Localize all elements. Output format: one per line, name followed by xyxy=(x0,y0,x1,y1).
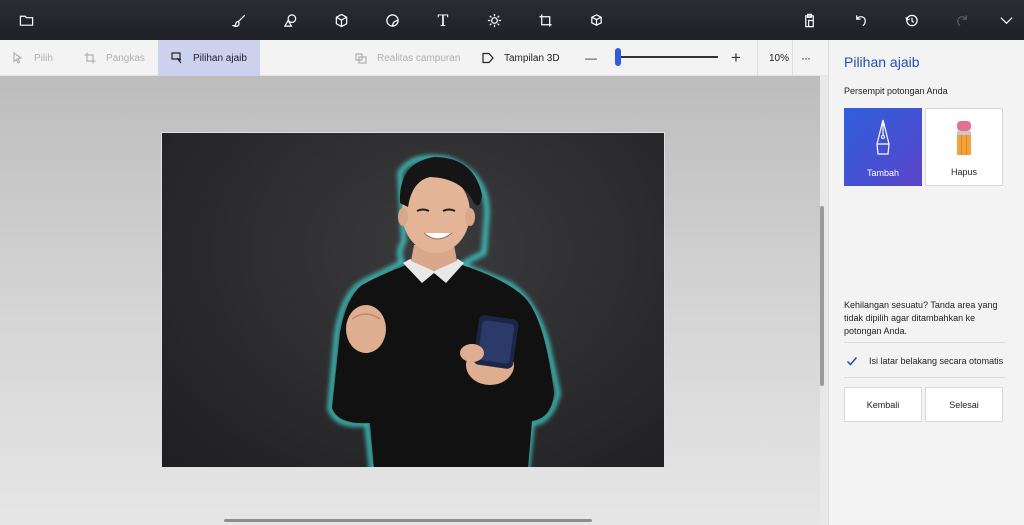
view-3d-icon xyxy=(482,52,494,64)
back-button[interactable]: Kembali xyxy=(844,387,922,422)
selection-toolbar: Pilih Pangkas Pilihan ajaib Realitas cam… xyxy=(0,40,828,76)
zoom-slider-track[interactable] xyxy=(615,56,718,58)
horizontal-scroll-thumb[interactable] xyxy=(224,519,592,522)
hint-text: Kehilangan sesuatu? Tanda area yang tida… xyxy=(844,300,998,336)
done-button[interactable]: Selesai xyxy=(925,387,1003,422)
mixed-reality-tool[interactable]: Realitas campuran xyxy=(355,40,460,76)
effects-icon[interactable] xyxy=(482,8,506,32)
expand-icon[interactable] xyxy=(994,8,1018,32)
3d-shapes-icon[interactable] xyxy=(329,8,353,32)
person-photo xyxy=(327,155,561,467)
magic-select-label: Pilihan ajaib xyxy=(193,52,247,64)
remove-label: Hapus xyxy=(950,167,977,177)
zoom-value[interactable]: 10% xyxy=(769,40,789,76)
select-tool[interactable]: Pilih xyxy=(12,40,53,76)
canvas-image[interactable] xyxy=(161,132,665,468)
checkmark-icon[interactable] xyxy=(844,353,860,369)
2d-shapes-icon[interactable] xyxy=(278,8,302,32)
magic-select-icon xyxy=(171,52,182,64)
panel-title: Pilihan ajaib xyxy=(844,54,920,70)
magic-select-panel: Pilihan ajaib Persempit potongan Anda Ta… xyxy=(828,40,1024,525)
divider xyxy=(757,40,758,76)
remove-button[interactable]: Hapus xyxy=(925,108,1003,186)
zoom-percentage: 10% xyxy=(769,52,790,64)
eraser-icon xyxy=(957,121,971,155)
crop-tool[interactable]: Pangkas xyxy=(84,40,145,76)
add-button[interactable]: Tambah xyxy=(844,108,922,186)
more-options-button[interactable]: ··· xyxy=(801,40,811,76)
canvas-icon[interactable] xyxy=(533,8,557,32)
zoom-in-button[interactable]: + xyxy=(731,40,741,76)
mixed-reality-label: Realitas campuran xyxy=(377,52,461,64)
zoom-out-button[interactable]: — xyxy=(585,40,597,76)
pen-icon xyxy=(876,119,890,155)
mixed-reality-icon xyxy=(355,53,367,64)
divider xyxy=(844,377,1006,378)
redo-icon[interactable] xyxy=(950,8,974,32)
vertical-scroll-thumb[interactable] xyxy=(820,206,824,386)
text-icon[interactable]: T xyxy=(431,8,455,32)
back-label: Kembali xyxy=(866,399,900,410)
panel-subtitle: Persempit potongan Anda xyxy=(844,86,948,96)
more-icon: ··· xyxy=(801,51,811,65)
divider xyxy=(792,40,793,76)
zoom-slider-thumb[interactable] xyxy=(615,48,622,66)
crop-icon xyxy=(84,52,96,64)
text-glyph: T xyxy=(437,10,449,30)
stickers-icon[interactable] xyxy=(380,8,404,32)
divider xyxy=(844,342,1006,343)
done-label: Selesai xyxy=(949,399,979,410)
select-label: Pilih xyxy=(34,52,53,64)
autofill-background-checkbox[interactable]: Isi latar belakang secara otomatis xyxy=(844,352,1003,370)
vertical-scrollbar[interactable] xyxy=(820,76,828,525)
view-3d-label: Tampilan 3D xyxy=(504,52,560,64)
history-icon[interactable] xyxy=(899,8,923,32)
zoom-plus-icon: + xyxy=(731,48,741,67)
paste-icon[interactable] xyxy=(797,8,821,32)
top-toolbar: T xyxy=(0,0,1024,40)
add-label: Tambah xyxy=(866,168,900,178)
undo-icon[interactable] xyxy=(848,8,872,32)
brush-icon[interactable] xyxy=(227,8,251,32)
autofill-label: Isi latar belakang secara otomatis xyxy=(869,356,1004,366)
magic-select-tool[interactable]: Pilihan ajaib xyxy=(158,40,260,76)
cursor-icon xyxy=(13,52,23,64)
view-3d-tool[interactable]: Tampilan 3D xyxy=(482,40,560,76)
folder-icon[interactable] xyxy=(14,8,38,32)
zoom-minus-icon: — xyxy=(585,51,597,65)
crop-label: Pangkas xyxy=(106,52,145,64)
3d-library-icon[interactable] xyxy=(584,8,608,32)
